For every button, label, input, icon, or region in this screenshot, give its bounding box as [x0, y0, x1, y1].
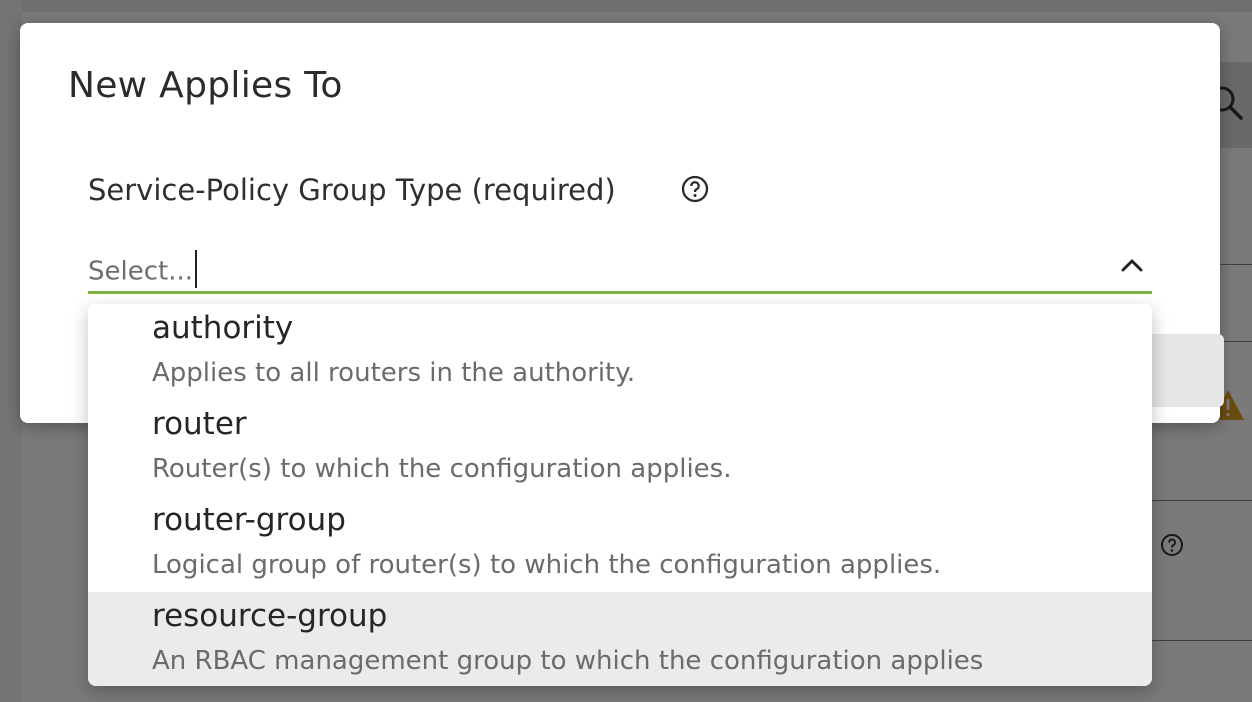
option-resource-group[interactable]: resource-group An RBAC management group …: [88, 592, 1152, 686]
select-input[interactable]: Select...: [88, 250, 198, 291]
option-router-group[interactable]: router-group Logical group of router(s) …: [88, 496, 1152, 592]
option-name: authority: [152, 310, 294, 346]
option-name: router: [152, 406, 247, 442]
group-type-label: Service-Policy Group Type (required): [88, 173, 616, 207]
option-description: Applies to all routers in the authority.: [152, 358, 636, 388]
option-description: An RBAC management group to which the co…: [152, 646, 984, 676]
help-circle-icon[interactable]: [681, 175, 709, 203]
dialog-title: New Applies To: [68, 65, 343, 106]
group-type-dropdown: authority Applies to all routers in the …: [88, 304, 1152, 686]
option-name: router-group: [152, 502, 346, 538]
option-name: resource-group: [152, 598, 388, 634]
option-description: Router(s) to which the configuration app…: [152, 454, 732, 484]
option-authority[interactable]: authority Applies to all routers in the …: [88, 304, 1152, 400]
select-placeholder: Select...: [88, 256, 194, 287]
group-type-select[interactable]: Select...: [88, 235, 1152, 294]
option-router[interactable]: router Router(s) to which the configurat…: [88, 400, 1152, 496]
chevron-up-icon[interactable]: [1120, 257, 1144, 273]
text-cursor: [195, 250, 198, 288]
option-description: Logical group of router(s) to which the …: [152, 550, 942, 580]
